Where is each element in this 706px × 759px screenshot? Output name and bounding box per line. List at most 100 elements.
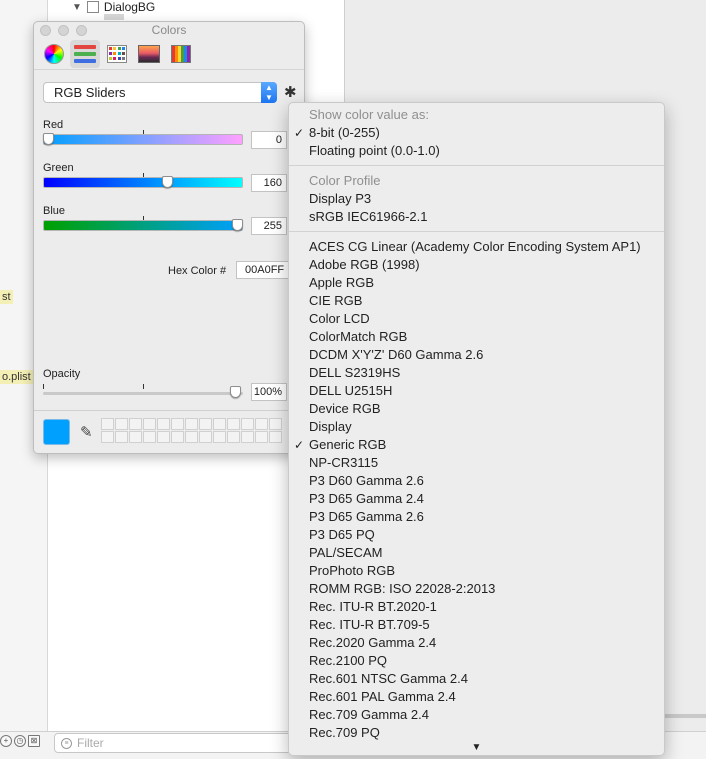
menu-item[interactable]: Rec.601 PAL Gamma 2.4 <box>289 688 664 706</box>
menu-item[interactable]: Rec.709 PQ <box>289 724 664 742</box>
menu-item[interactable]: PAL/SECAM <box>289 544 664 562</box>
menu-item[interactable]: sRGB IEC61966-2.1 <box>289 208 664 226</box>
menu-item[interactable]: Display P3 <box>289 190 664 208</box>
menu-item[interactable]: CIE RGB <box>289 292 664 310</box>
custom-swatch[interactable] <box>143 418 156 430</box>
menu-item[interactable]: DCDM X'Y'Z' D60 Gamma 2.6 <box>289 346 664 364</box>
custom-swatch[interactable] <box>101 418 114 430</box>
custom-swatch[interactable] <box>115 418 128 430</box>
red-value-field[interactable]: 0 <box>251 131 287 149</box>
menu-item[interactable]: Adobe RGB (1998) <box>289 256 664 274</box>
red-slider[interactable] <box>43 133 243 145</box>
menu-item[interactable]: Apple RGB <box>289 274 664 292</box>
color-wheel-tab[interactable] <box>39 40 69 68</box>
eyedropper-icon[interactable]: ✎ <box>80 423 93 441</box>
menu-item[interactable]: Rec. ITU-R BT.2020-1 <box>289 598 664 616</box>
title-bar: Colors <box>34 22 304 38</box>
menu-item[interactable]: Display <box>289 418 664 436</box>
tree-item[interactable]: ▼ DialogBG <box>72 0 155 14</box>
menu-item[interactable]: ACES CG Linear (Academy Color Encoding S… <box>289 238 664 256</box>
color-sliders-tab[interactable] <box>70 40 100 68</box>
menu-item[interactable]: P3 D65 PQ <box>289 526 664 544</box>
custom-swatch[interactable] <box>213 418 226 430</box>
disclosure-triangle-icon[interactable]: ▼ <box>72 2 82 13</box>
mode-select[interactable]: RGB Sliders ▲ ▼ <box>43 82 277 103</box>
custom-swatch[interactable] <box>157 418 170 430</box>
custom-swatch[interactable] <box>185 431 198 443</box>
menu-item[interactable]: DELL S2319HS <box>289 364 664 382</box>
opacity-value-field[interactable]: 100% <box>251 383 287 401</box>
menu-item-label: sRGB IEC61966-2.1 <box>309 209 428 224</box>
filter-field[interactable]: ≡ Filter <box>54 733 294 753</box>
menu-item[interactable]: DELL U2515H <box>289 382 664 400</box>
menu-item-label: Rec.601 NTSC Gamma 2.4 <box>309 671 468 686</box>
custom-swatch[interactable] <box>241 418 254 430</box>
menu-item[interactable]: Rec. ITU-R BT.709-5 <box>289 616 664 634</box>
image-palettes-tab[interactable] <box>134 40 164 68</box>
menu-item[interactable]: P3 D60 Gamma 2.6 <box>289 472 664 490</box>
menu-item[interactable]: NP-CR3115 <box>289 454 664 472</box>
menu-item[interactable]: Color LCD <box>289 310 664 328</box>
color-palettes-tab[interactable] <box>102 40 132 68</box>
custom-swatch[interactable] <box>129 431 142 443</box>
clock-icon[interactable]: ◷ <box>14 735 26 747</box>
blue-value-field[interactable]: 255 <box>251 217 287 235</box>
menu-item[interactable]: P3 D65 Gamma 2.4 <box>289 490 664 508</box>
green-slider-thumb[interactable] <box>162 176 173 188</box>
checkmark-icon: ✓ <box>294 438 305 452</box>
color-wheel-icon <box>44 44 64 64</box>
green-slider[interactable] <box>43 176 243 188</box>
blue-slider-thumb[interactable] <box>232 219 243 231</box>
plist-tag[interactable]: st <box>0 290 13 304</box>
custom-swatch[interactable] <box>227 418 240 430</box>
scroll-down-arrow-icon[interactable]: ▼ <box>289 742 664 753</box>
custom-swatch[interactable] <box>101 431 114 443</box>
menu-item[interactable]: P3 D65 Gamma 2.6 <box>289 508 664 526</box>
menu-item[interactable]: ✓ 8-bit (0-255) <box>289 124 664 142</box>
opacity-slider-thumb[interactable] <box>230 386 241 398</box>
menu-item-label: DELL U2515H <box>309 383 393 398</box>
gear-icon[interactable]: ✱ <box>284 83 297 101</box>
current-color-well[interactable] <box>43 419 70 445</box>
menu-item[interactable]: Rec.601 NTSC Gamma 2.4 <box>289 670 664 688</box>
custom-swatch[interactable] <box>199 431 212 443</box>
custom-swatch[interactable] <box>255 418 268 430</box>
custom-swatch[interactable] <box>157 431 170 443</box>
menu-item-label: ROMM RGB: ISO 22028-2:2013 <box>309 581 496 596</box>
picker-toolbar <box>34 38 304 70</box>
custom-swatch[interactable] <box>213 431 226 443</box>
custom-swatch[interactable] <box>241 431 254 443</box>
menu-item[interactable]: Rec.2100 PQ <box>289 652 664 670</box>
custom-swatch[interactable] <box>269 418 282 430</box>
custom-swatch[interactable] <box>129 418 142 430</box>
add-icon[interactable]: + <box>0 735 12 747</box>
menu-item-label: PAL/SECAM <box>309 545 383 560</box>
custom-swatch[interactable] <box>171 431 184 443</box>
menu-item[interactable]: Floating point (0.0-1.0) <box>289 142 664 160</box>
opacity-slider[interactable] <box>43 386 243 398</box>
menu-item[interactable]: ROMM RGB: ISO 22028-2:2013 <box>289 580 664 598</box>
custom-swatch[interactable] <box>185 418 198 430</box>
red-slider-thumb[interactable] <box>43 133 54 145</box>
blue-slider[interactable] <box>43 219 243 231</box>
custom-swatch[interactable] <box>255 431 268 443</box>
menu-item[interactable]: ColorMatch RGB <box>289 328 664 346</box>
green-value-field[interactable]: 160 <box>251 174 287 192</box>
menu-item[interactable]: ProPhoto RGB <box>289 562 664 580</box>
custom-swatch[interactable] <box>227 431 240 443</box>
filter-box-icon[interactable]: ⊠ <box>28 735 40 747</box>
menu-item[interactable]: Device RGB <box>289 400 664 418</box>
menu-item[interactable]: ✓ Generic RGB <box>289 436 664 454</box>
custom-swatch[interactable] <box>269 431 282 443</box>
menu-separator <box>289 160 664 172</box>
menu-item-label: ColorMatch RGB <box>309 329 408 344</box>
pencils-tab[interactable] <box>166 40 196 68</box>
custom-swatch[interactable] <box>199 418 212 430</box>
custom-swatch[interactable] <box>171 418 184 430</box>
menu-item[interactable]: Rec.2020 Gamma 2.4 <box>289 634 664 652</box>
plist-tag[interactable]: o.plist <box>0 370 33 384</box>
menu-item-label: P3 D65 Gamma 2.4 <box>309 491 424 506</box>
menu-item[interactable]: Rec.709 Gamma 2.4 <box>289 706 664 724</box>
custom-swatch[interactable] <box>143 431 156 443</box>
custom-swatch[interactable] <box>115 431 128 443</box>
